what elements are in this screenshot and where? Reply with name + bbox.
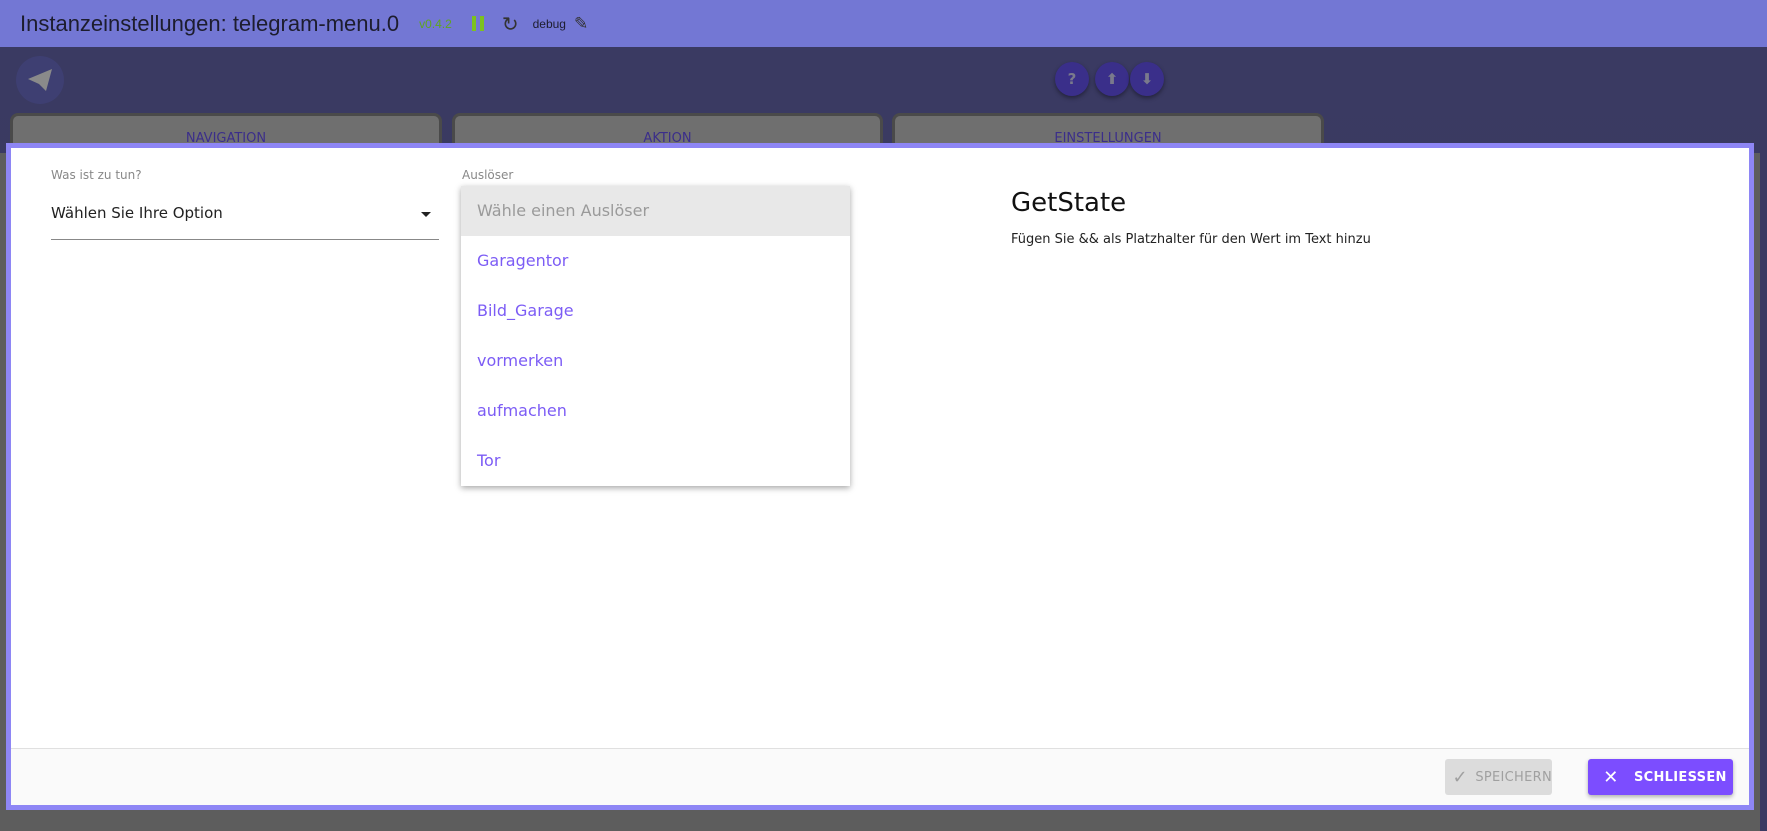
trigger-option[interactable]: vormerken bbox=[461, 336, 850, 386]
close-icon: ✕ bbox=[1603, 766, 1619, 788]
reload-icon[interactable]: ↻ bbox=[502, 12, 519, 36]
save-button[interactable]: ✓ SPEICHERN bbox=[1445, 759, 1552, 795]
page-title: Instanzeinstellungen: telegram-menu.0 bbox=[20, 10, 400, 36]
what-select[interactable]: Wählen Sie Ihre Option bbox=[51, 204, 439, 240]
save-label: SPEICHERN bbox=[1475, 769, 1552, 785]
trigger-placeholder[interactable]: Wähle einen Auslöser bbox=[461, 186, 850, 236]
close-button[interactable]: ✕ SCHLIESSEN bbox=[1588, 759, 1733, 795]
what-label: Was ist zu tun? bbox=[51, 168, 142, 182]
edit-icon[interactable]: ✎ bbox=[574, 14, 588, 34]
trigger-option[interactable]: aufmachen bbox=[461, 386, 850, 436]
trigger-label: Auslöser bbox=[462, 168, 514, 182]
log-level: debug bbox=[532, 16, 566, 31]
close-label: SCHLIESSEN bbox=[1634, 769, 1727, 785]
trigger-option[interactable]: Bild_Garage bbox=[461, 286, 850, 336]
pause-icon[interactable] bbox=[471, 16, 484, 31]
what-select-value: Wählen Sie Ihre Option bbox=[51, 204, 223, 222]
info-title: GetState bbox=[1011, 188, 1127, 218]
telegram-icon bbox=[16, 56, 64, 104]
action-dialog: Was ist zu tun? Wählen Sie Ihre Option A… bbox=[6, 143, 1754, 810]
title-bar: Instanzeinstellungen: telegram-menu.0 v0… bbox=[0, 0, 1767, 47]
trigger-option[interactable]: Tor bbox=[461, 436, 850, 486]
trigger-option[interactable]: Garagentor bbox=[461, 236, 850, 286]
help-icon[interactable]: ? bbox=[1055, 62, 1089, 96]
dialog-footer: ✓ SPEICHERN ✕ SCHLIESSEN bbox=[11, 748, 1749, 805]
upload-icon[interactable]: ⬆ bbox=[1095, 62, 1129, 96]
download-icon[interactable]: ⬇ bbox=[1130, 62, 1164, 96]
check-icon: ✓ bbox=[1452, 766, 1468, 788]
version-label: v0.4.2 bbox=[419, 16, 452, 31]
trigger-dropdown[interactable]: Wähle einen Auslöser Garagentor Bild_Gar… bbox=[461, 186, 850, 486]
info-hint: Fügen Sie && als Platzhalter für den Wer… bbox=[1011, 232, 1371, 247]
chevron-down-icon bbox=[421, 212, 431, 217]
